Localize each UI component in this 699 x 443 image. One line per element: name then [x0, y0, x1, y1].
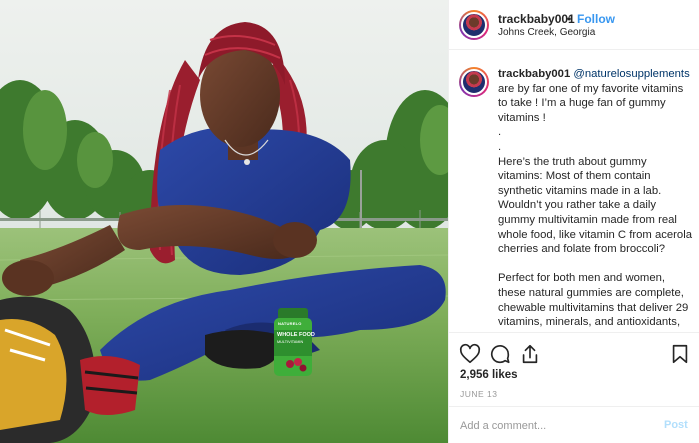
bottle-subtitle-text: MULTIVITAMIN: [277, 340, 304, 344]
author-username[interactable]: trackbaby001: [498, 12, 575, 26]
post-header: trackbaby001 • Follow Johns Creek, Georg…: [449, 0, 699, 50]
comment-form: Post: [449, 406, 699, 443]
bottle-brand-text: NATURELO: [278, 321, 302, 326]
caption-paragraph2: Here’s the truth about gummy vitamins: M…: [498, 155, 693, 256]
bottle-title-text: WHOLE FOOD: [277, 332, 315, 338]
caption-mention-link[interactable]: @naturelosupplements: [573, 68, 689, 80]
caption-paragraph3: Perfect for both men and women, these na…: [498, 272, 689, 332]
caption-dot2: .: [498, 140, 502, 153]
bookmark-icon[interactable]: [669, 343, 691, 365]
post-location[interactable]: Johns Creek, Georgia: [498, 27, 595, 38]
comment-input[interactable]: [460, 417, 650, 435]
follow-button[interactable]: Follow: [577, 12, 615, 26]
caption-dot1: .: [498, 126, 502, 139]
caption-area[interactable]: trackbaby001 @naturelosupplements are by…: [449, 51, 699, 332]
caption-text: trackbaby001 @naturelosupplements are by…: [498, 67, 694, 332]
share-icon[interactable]: [519, 343, 541, 365]
caption-line1: are by far one of my favorite vitamins t…: [498, 82, 684, 124]
like-count[interactable]: 2,956 likes: [460, 369, 518, 381]
post-photo[interactable]: NATURELO WHOLE FOOD MULTIVITAMIN: [0, 0, 448, 443]
heart-icon[interactable]: [459, 343, 481, 365]
caption-avatar[interactable]: [459, 67, 489, 97]
caption-username[interactable]: trackbaby001: [498, 68, 570, 80]
athlete-photo-illustration: [0, 0, 448, 443]
post-details-panel: trackbaby001 • Follow Johns Creek, Georg…: [448, 0, 699, 443]
separator-dot: •: [567, 12, 572, 26]
post-comment-button[interactable]: Post: [664, 419, 688, 431]
comment-bubble-icon[interactable]: [489, 343, 511, 365]
post-date[interactable]: JUNE 13: [460, 389, 498, 399]
author-avatar[interactable]: [459, 10, 489, 40]
